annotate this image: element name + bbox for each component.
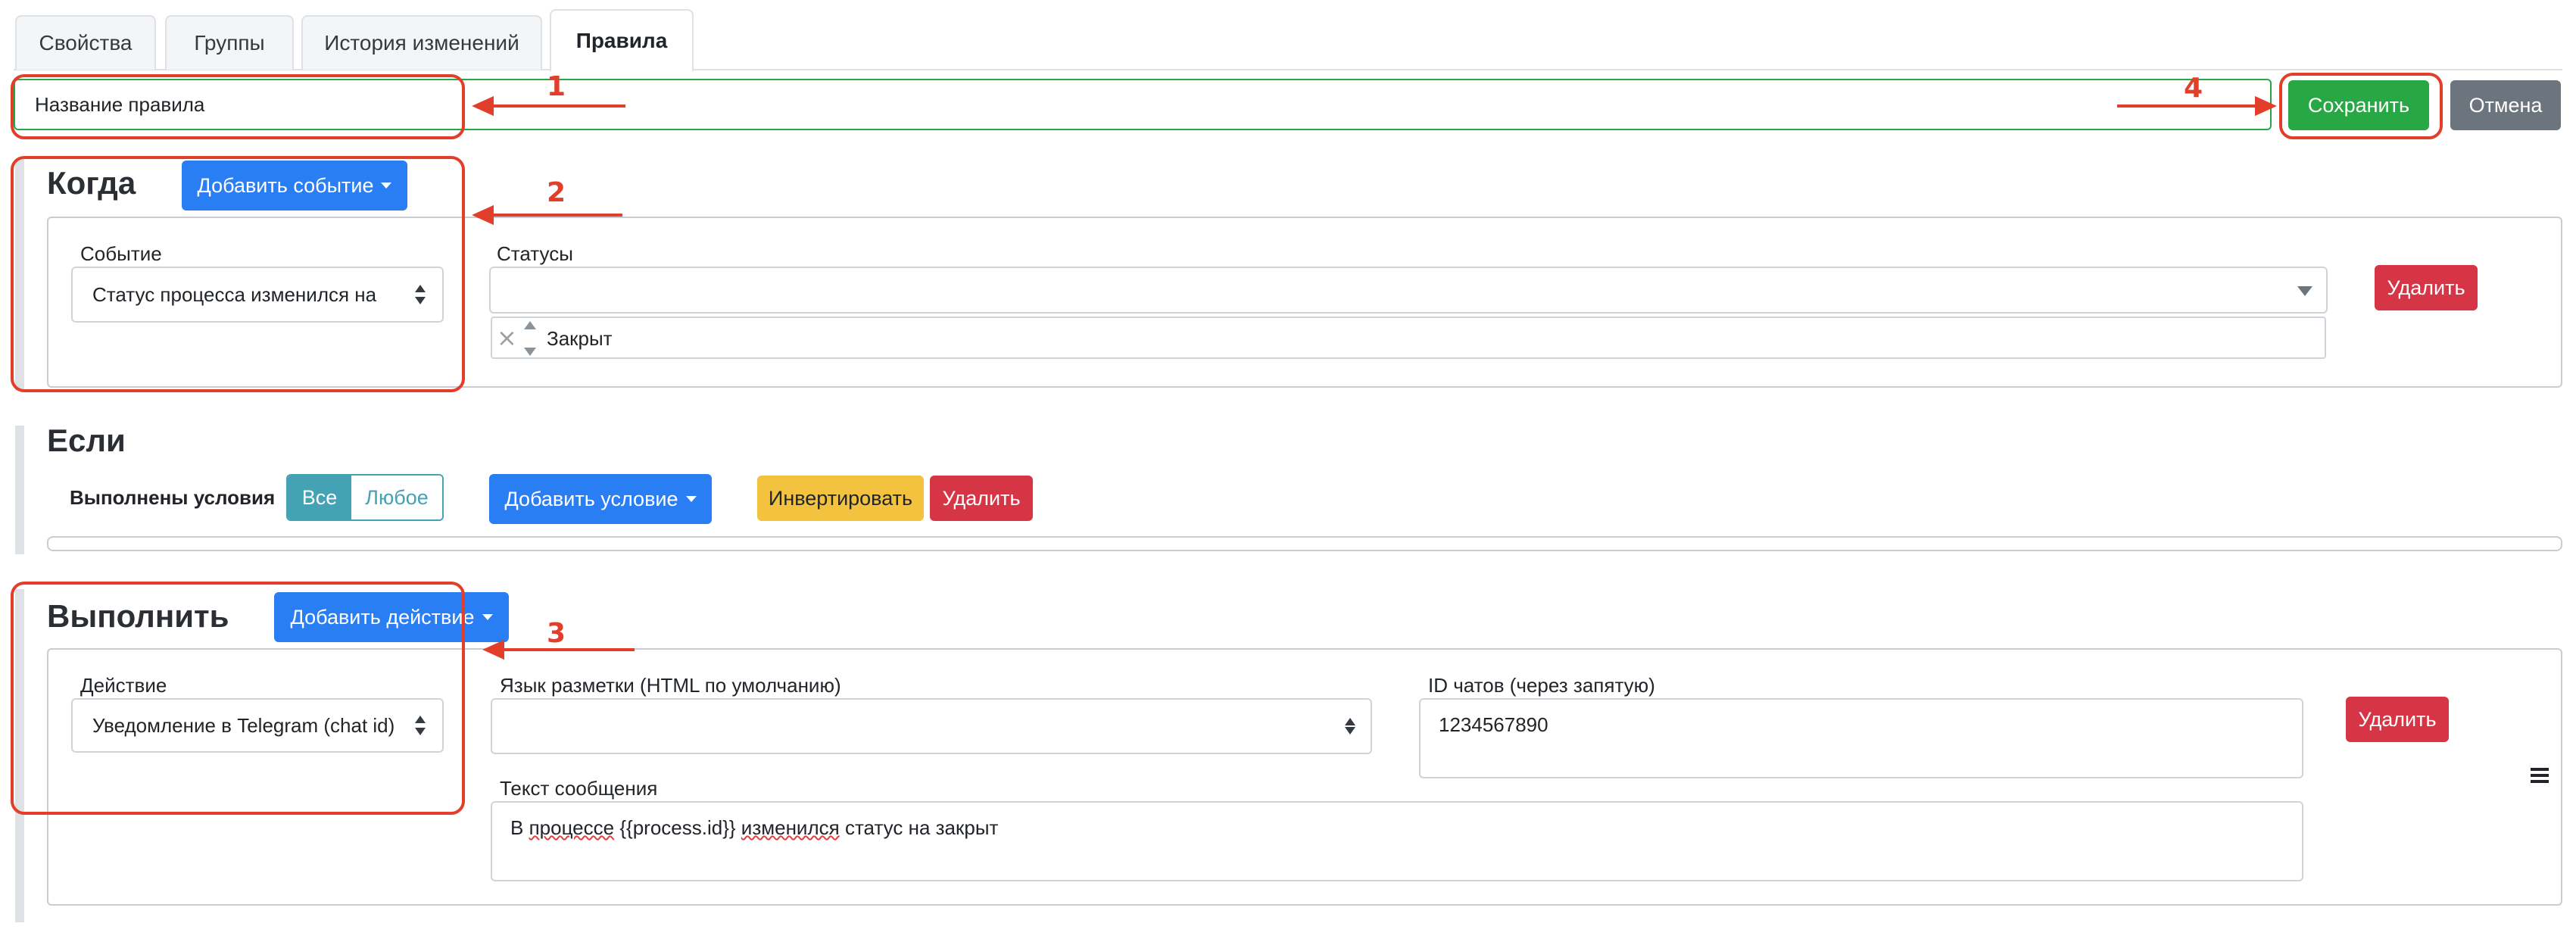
arrow-head-1: [472, 95, 494, 117]
arrow-head-3: [482, 639, 504, 660]
arrow-head-2: [472, 204, 494, 226]
tab-rules[interactable]: Правила: [550, 9, 694, 71]
arrow-head-4: [2255, 95, 2277, 117]
annotation-arrows: [472, 95, 2277, 660]
